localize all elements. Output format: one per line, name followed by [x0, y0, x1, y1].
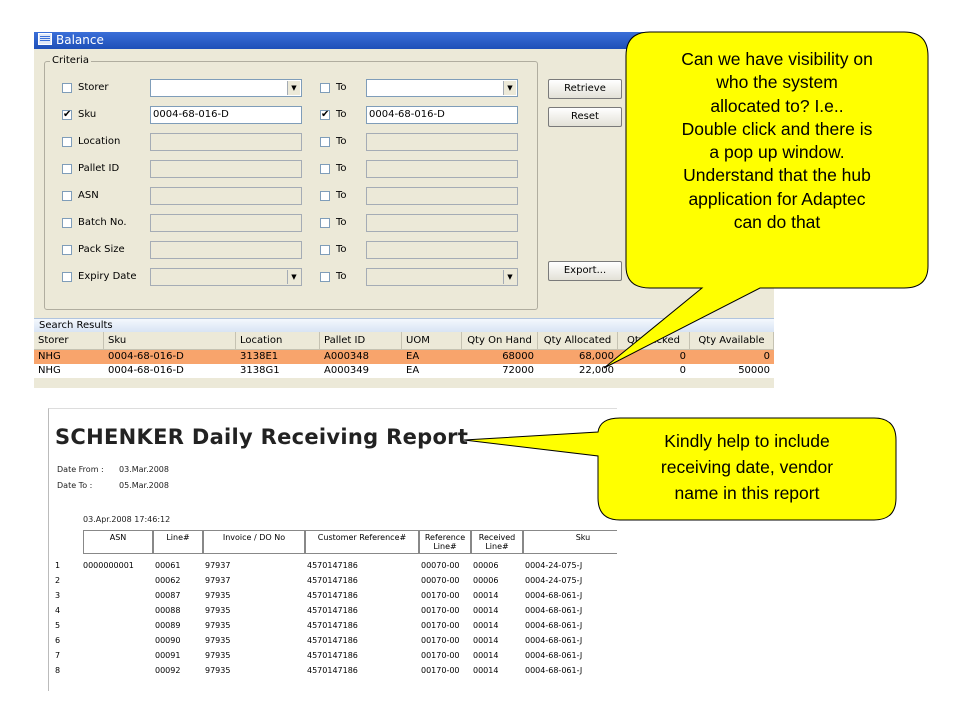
callout-top-line: application for Adaptec — [688, 188, 866, 209]
callout-top-line: allocated to? I.e.. — [710, 95, 844, 116]
callout-top-line: who the system — [716, 72, 838, 93]
callout-top-line: Double click and there is — [681, 118, 873, 139]
callout-top-text: Can we have visibility on who the system… — [626, 48, 928, 234]
callout-bottom-line: name in this report — [674, 483, 820, 503]
callout-bottom-line: receiving date, vendor — [660, 457, 834, 477]
callout-bottom-line: Kindly help to include — [664, 431, 830, 451]
callout-top-line: Can we have visibility on — [681, 49, 873, 69]
callout-top-line: Understand that the hub — [683, 165, 871, 186]
callout-bottom-text: Kindly help to include receiving date, v… — [598, 428, 896, 506]
callout-top-line: can do that — [733, 212, 821, 233]
callout-top-line: a pop up window. — [709, 142, 845, 163]
